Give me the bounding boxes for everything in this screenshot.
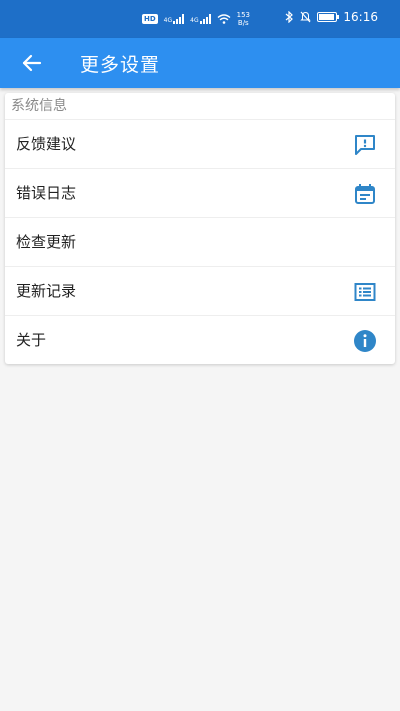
- status-network-indicators: HD 4G 4G 153 B/s: [142, 11, 250, 27]
- back-button[interactable]: [14, 45, 50, 81]
- signal-icon-2: 4G: [190, 14, 211, 24]
- menu-item-label: 更新记录: [16, 282, 77, 300]
- bluetooth-icon: [286, 11, 294, 23]
- status-bar: HD 4G 4G 153 B/s 16:16: [0, 0, 400, 38]
- menu-item-about[interactable]: 关于: [5, 316, 395, 364]
- menu-item-feedback[interactable]: 反馈建议: [5, 120, 395, 169]
- menu-item-error-log[interactable]: 错误日志: [5, 169, 395, 218]
- feedback-icon: [355, 135, 375, 155]
- list-icon: [354, 283, 376, 301]
- menu-item-update-history[interactable]: 更新记录: [5, 267, 395, 316]
- wifi-icon: [217, 14, 231, 24]
- menu-item-label: 检查更新: [16, 233, 77, 251]
- hd-badge: HD: [142, 14, 158, 24]
- status-right-group: 16:16: [285, 10, 378, 24]
- menu-item-label: 关于: [16, 331, 47, 349]
- menu-item-label: 错误日志: [16, 184, 77, 202]
- network-speed: 153 B/s: [236, 11, 250, 27]
- menu-item-check-update[interactable]: 检查更新: [5, 218, 395, 267]
- mute-icon: [300, 11, 312, 23]
- page-title: 更多设置: [80, 54, 161, 76]
- signal-icon-1: 4G: [164, 14, 185, 24]
- info-icon: [354, 330, 376, 352]
- section-header: 系统信息: [5, 93, 395, 120]
- app-bar: 更多设置: [0, 38, 400, 88]
- settings-card: 系统信息 反馈建议 错误日志 检查更新 更新记录 关于: [5, 93, 395, 364]
- arrow-left-icon: [22, 54, 42, 72]
- status-time: 16:16: [343, 10, 378, 24]
- battery-icon: [317, 12, 340, 22]
- menu-item-label: 反馈建议: [16, 135, 77, 153]
- calendar-icon: [355, 184, 375, 204]
